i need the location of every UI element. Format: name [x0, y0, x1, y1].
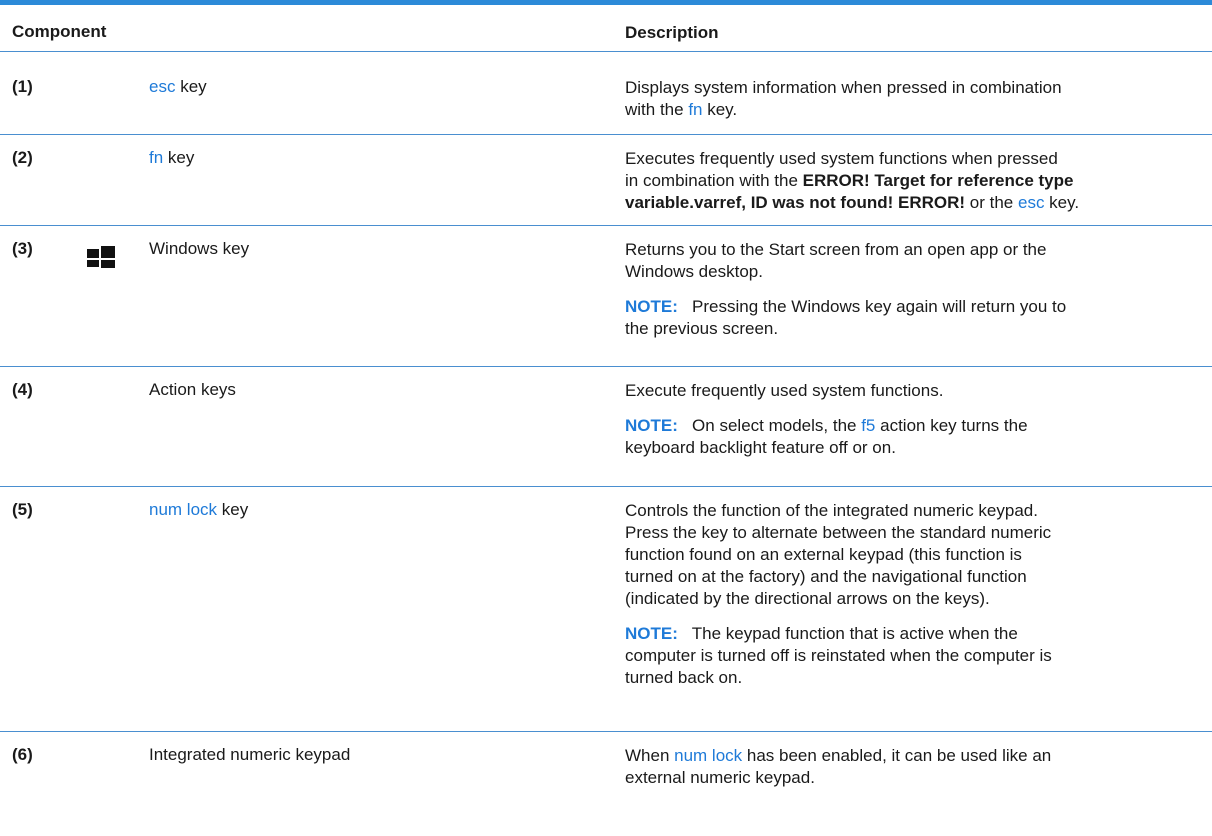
key-label: f5 — [861, 416, 876, 435]
key-label: esc — [1017, 193, 1045, 212]
note-paragraph: NOTE: The keypad function that is active… — [625, 624, 1052, 687]
key-label: esc — [149, 77, 176, 96]
component-name: num lock key — [149, 500, 249, 519]
row-number: (1) — [12, 77, 33, 96]
component-description: Executes frequently used system function… — [625, 149, 1080, 212]
component-name: Windows key — [149, 239, 250, 258]
key-label: num lock — [674, 746, 743, 765]
header-component: Component — [12, 22, 107, 41]
row-separator — [0, 731, 1212, 732]
key-label: fn — [688, 100, 703, 119]
key-label: num lock — [149, 500, 218, 519]
table-top-rule — [0, 0, 1212, 5]
component-description: When num lock has been enabled, it can b… — [625, 746, 1052, 787]
component-description: Controls the function of the integrated … — [625, 500, 1195, 689]
row-number: (6) — [12, 745, 33, 764]
component-name: esc key — [149, 77, 207, 96]
row-number: (2) — [12, 148, 33, 167]
row-separator — [0, 225, 1212, 226]
header-description: Description — [625, 23, 719, 42]
component-name: Action keys — [149, 380, 236, 399]
header-separator — [0, 51, 1212, 52]
row-separator — [0, 486, 1212, 487]
key-label: fn — [149, 148, 164, 167]
component-name: fn key — [149, 148, 195, 167]
windows-logo-icon — [87, 246, 115, 268]
note-label: NOTE: — [625, 297, 678, 316]
row-number: (5) — [12, 500, 33, 519]
row-number: (3) — [12, 239, 33, 258]
component-description: Displays system information when pressed… — [625, 78, 1062, 119]
component-description: Execute frequently used system functions… — [625, 380, 1195, 459]
component-name: Integrated numeric keypad — [149, 745, 351, 764]
note-label: NOTE: — [625, 624, 678, 643]
component-description: Returns you to the Start screen from an … — [625, 239, 1195, 340]
row-number: (4) — [12, 380, 33, 399]
note-paragraph: NOTE: On select models, the f5 action ke… — [625, 416, 1028, 457]
row-separator — [0, 366, 1212, 367]
note-paragraph: NOTE: Pressing the Windows key again wil… — [625, 297, 1067, 338]
note-label: NOTE: — [625, 416, 678, 435]
row-separator — [0, 134, 1212, 135]
